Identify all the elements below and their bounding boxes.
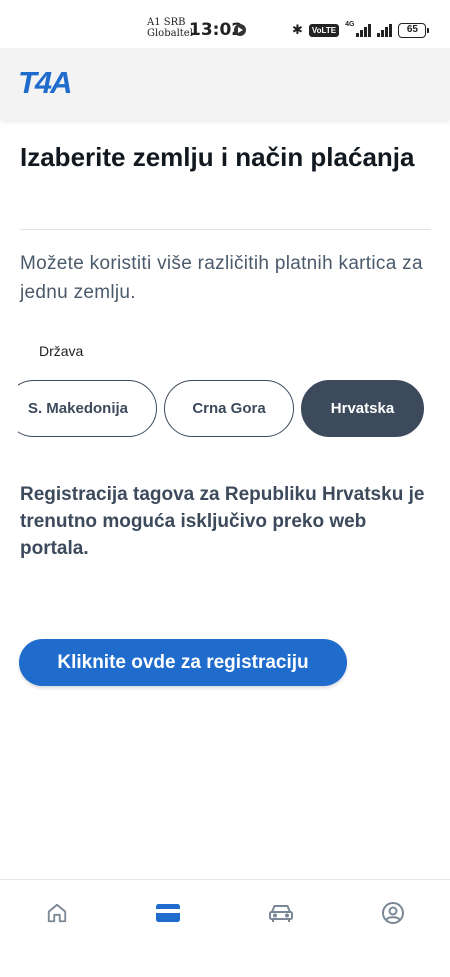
bluetooth-icon: ✱ [292,22,303,37]
nav-payment[interactable] [148,899,188,927]
carrier-line-2: Globaltel [147,28,193,39]
battery-icon: 65 [398,22,430,38]
t4a-logo[interactable]: T4A [18,65,73,101]
status-icons: ✱ VoLTE 4G 65 [292,20,430,40]
status-bar: A1 SRB Globaltel 13:02 ✱ VoLTE 4G 65 [0,0,450,48]
divider [20,229,431,230]
country-option-crna-gora[interactable]: Crna Gora [164,380,294,437]
volte-icon: VoLTE [308,23,340,37]
car-icon [269,905,293,922]
nav-vehicles[interactable] [261,899,301,927]
scroll-edge [0,376,18,442]
signal-icon-1 [356,23,372,37]
carrier-name: A1 SRB Globaltel [147,17,193,39]
app-header: T4A [0,48,450,120]
nav-profile[interactable] [373,899,413,927]
screen-record-icon [234,24,246,36]
country-option-s-makedonija[interactable]: S. Makedonija [5,380,157,437]
registration-notice: Registracija tagova za Republiku Hrvatsk… [20,484,425,559]
register-button[interactable]: Kliknite ovde za registraciju [19,639,347,686]
bottom-nav [0,879,450,977]
home-icon [47,903,67,923]
profile-icon [382,902,404,924]
page-subtitle: Možete koristiti više različitih platnih… [20,253,423,303]
signal-icon-2 [377,23,393,37]
page-title: Izaberite zemlju i način plaćanja [20,142,415,172]
country-option-hrvatska[interactable]: Hrvatska [301,380,424,437]
carrier-line-1: A1 SRB [147,17,186,28]
nav-home[interactable] [37,899,77,927]
network-type-label: 4G [345,20,355,28]
country-label: Država [39,343,84,359]
card-icon [156,904,180,922]
